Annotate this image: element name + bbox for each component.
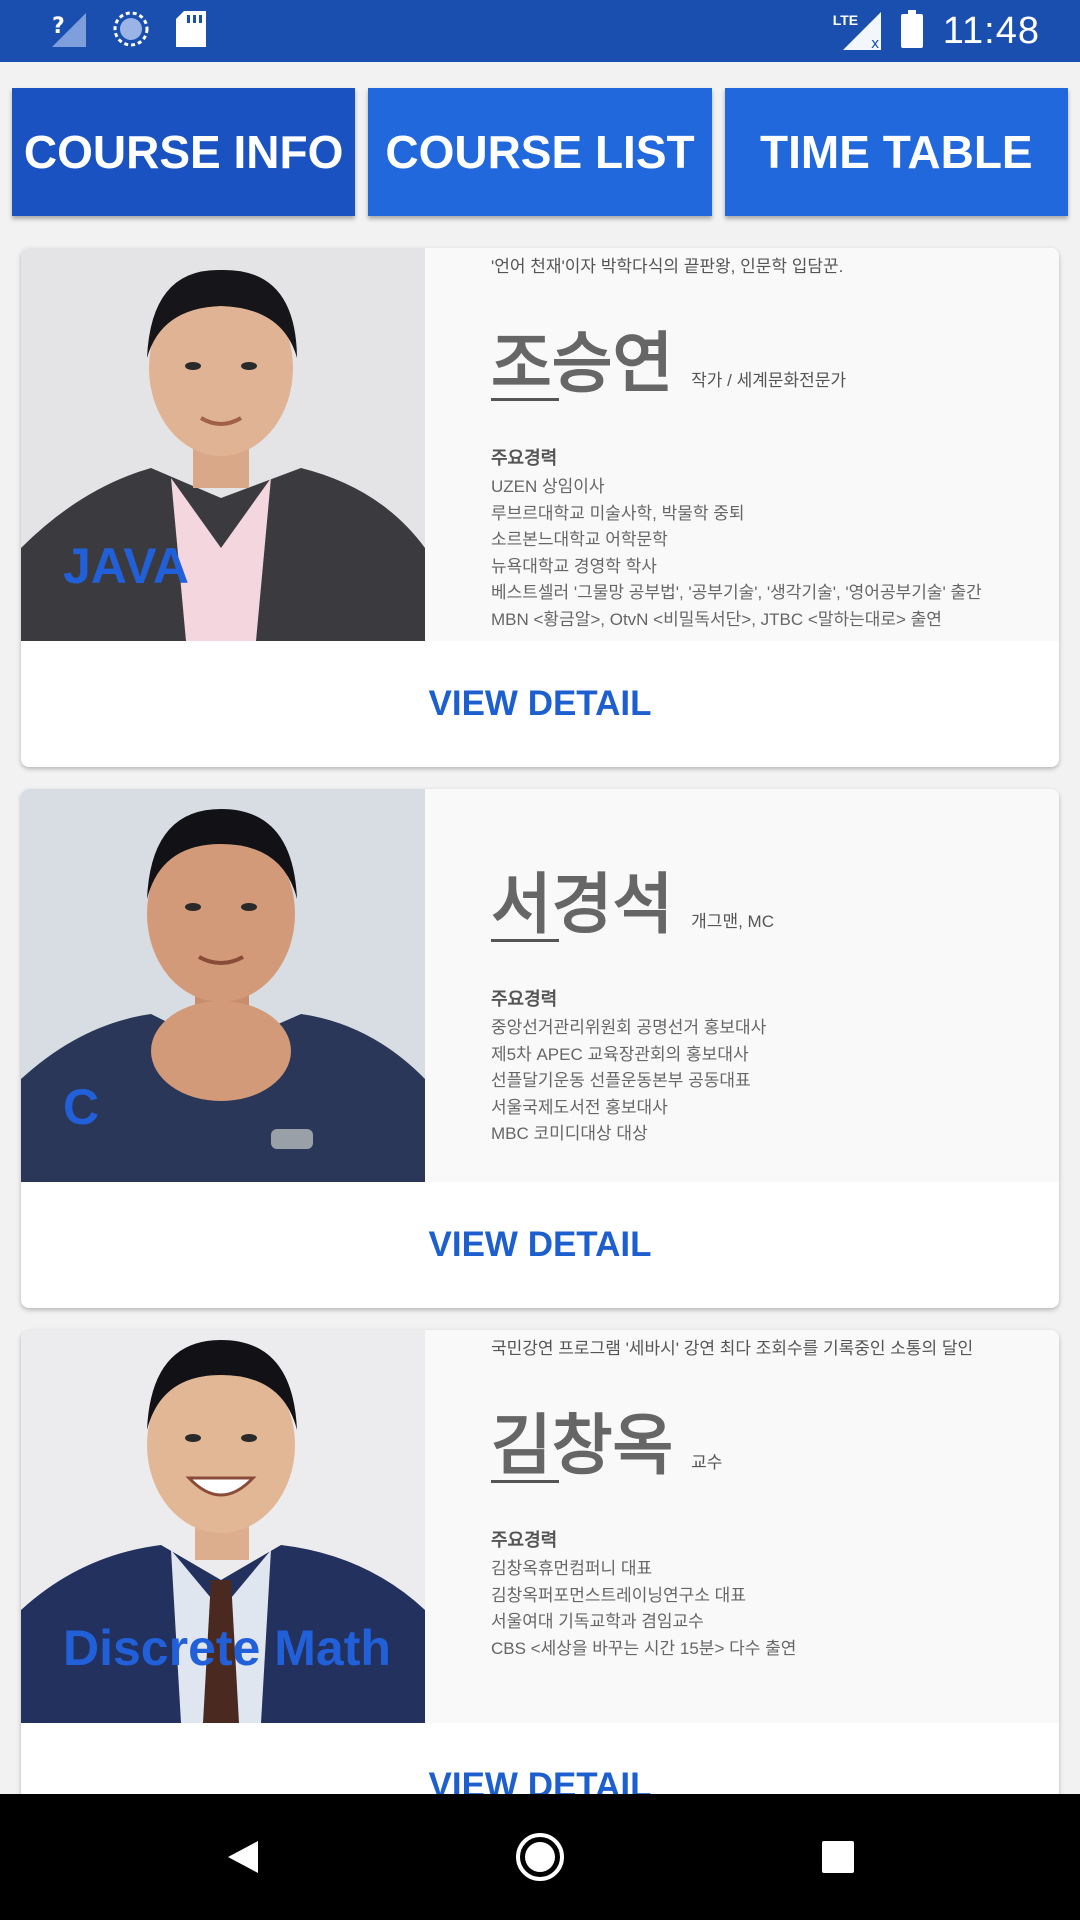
sync-icon	[112, 10, 150, 53]
view-detail-label: VIEW DETAIL	[428, 1766, 652, 1794]
name-row: 서경석 개그맨, MC	[491, 851, 774, 947]
instructor-photo: JAVA	[21, 248, 425, 641]
instructor-tagline: '언어 천재'이자 박학다식의 끝판왕, 인문학 입담꾼.	[491, 257, 844, 276]
course-name: JAVA	[63, 538, 189, 594]
help-signal-icon: ?	[50, 11, 86, 52]
course-banner[interactable]: C 서경석 개그맨, MC 주요경력 중앙선거관리위원회 공명선거 홍보대사 제…	[21, 789, 1059, 1182]
career-item: 김창옥휴먼컴퍼니 대표	[491, 1559, 653, 1578]
career-list: UZEN 상임이사 루브르대학교 미술사학, 박물학 중퇴 소르본느대학교 어학…	[491, 474, 982, 633]
view-detail-label: VIEW DETAIL	[428, 684, 652, 723]
divider	[491, 939, 559, 942]
course-name: Discrete Math	[63, 1620, 391, 1676]
clock: 11:48	[942, 9, 1040, 52]
tab-bar: COURSE INFO COURSE LIST TIME TABLE	[12, 88, 1068, 216]
career-item: MBN <황금알>, OtvN <비밀독서단>, JTBC <말하는대로> 출연	[491, 609, 942, 629]
instructor-role: 개그맨, MC	[691, 912, 774, 931]
battery-icon	[900, 9, 923, 53]
name-row: 김창옥 교수	[491, 1392, 722, 1488]
divider	[491, 1480, 559, 1483]
career-item: 중앙선거관리위원회 공명선거 홍보대사	[491, 1018, 767, 1037]
tab-time-table[interactable]: TIME TABLE	[724, 88, 1068, 216]
instructor-role: 작가 / 세계문화전문가	[691, 371, 847, 390]
app-content: COURSE INFO COURSE LIST TIME TABLE JAVA …	[0, 62, 1080, 1794]
svg-text:x: x	[871, 36, 879, 52]
course-name: C	[63, 1079, 100, 1135]
instructor-profile: 서경석 개그맨, MC 주요경력 중앙선거관리위원회 공명선거 홍보대사 제5차…	[425, 789, 1059, 1182]
career-list: 중앙선거관리위원회 공명선거 홍보대사 제5차 APEC 교육장관회의 홍보대사…	[491, 1015, 766, 1148]
career-item: 루브르대학교 미술사학, 박물학 중퇴	[491, 503, 745, 523]
career-item: 소르본느대학교 어학문학	[491, 530, 668, 549]
instructor-role: 교수	[691, 1453, 723, 1472]
instructor-photo: Discrete Math	[21, 1330, 425, 1723]
course-list: JAVA '언어 천재'이자 박학다식의 끝판왕, 인문학 입담꾼. 조승연 작…	[21, 248, 1059, 1794]
back-icon[interactable]	[212, 1827, 272, 1887]
career-item: UZEN 상임이사	[491, 477, 605, 496]
instructor-name: 조승연	[491, 326, 674, 400]
career-title: 주요경력	[491, 448, 558, 468]
career-item: 서울국제도서전 홍보대사	[491, 1097, 668, 1117]
view-detail-button[interactable]: VIEW DETAIL	[21, 641, 1059, 767]
sd-card-icon	[176, 10, 206, 52]
view-detail-label: VIEW DETAIL	[428, 1225, 652, 1264]
course-card: C 서경석 개그맨, MC 주요경력 중앙선거관리위원회 공명선거 홍보대사 제…	[21, 789, 1059, 1308]
name-row: 조승연 작가 / 세계문화전문가	[491, 310, 846, 406]
instructor-name: 서경석	[491, 867, 674, 941]
instructor-photo: C	[21, 789, 425, 1182]
svg-text:?: ?	[52, 14, 65, 39]
course-card: Discrete Math 국민강연 프로그램 '세바시' 강연 최다 조회수를…	[21, 1330, 1059, 1794]
course-card: JAVA '언어 천재'이자 박학다식의 끝판왕, 인문학 입담꾼. 조승연 작…	[21, 248, 1059, 767]
career-title: 주요경력	[491, 1530, 558, 1550]
career-item: 제5차 APEC 교육장관회의 홍보대사	[491, 1044, 749, 1064]
home-icon[interactable]	[510, 1827, 570, 1887]
navigation-bar	[0, 1794, 1080, 1920]
instructor-profile: '언어 천재'이자 박학다식의 끝판왕, 인문학 입담꾼. 조승연 작가 / 세…	[425, 248, 1059, 641]
view-detail-button[interactable]: VIEW DETAIL	[21, 1723, 1059, 1794]
course-banner[interactable]: JAVA '언어 천재'이자 박학다식의 끝판왕, 인문학 입담꾼. 조승연 작…	[21, 248, 1059, 641]
career-item: MBC 코미디대상 대상	[491, 1124, 648, 1143]
status-bar: ? x LTE 11:48	[0, 0, 1080, 62]
instructor-profile: 국민강연 프로그램 '세바시' 강연 최다 조회수를 기록중인 소통의 달인 김…	[425, 1330, 1059, 1723]
lte-signal-icon: x LTE	[833, 10, 881, 52]
instructor-name: 김창옥	[491, 1408, 674, 1482]
career-title: 주요경력	[491, 989, 558, 1009]
career-item: 뉴욕대학교 경영학 학사	[491, 556, 657, 576]
tab-course-info[interactable]: COURSE INFO	[12, 88, 356, 216]
instructor-tagline: 국민강연 프로그램 '세바시' 강연 최다 조회수를 기록중인 소통의 달인	[491, 1339, 974, 1358]
career-item: 베스트셀러 '그물망 공부법', '공부기술', '생각기술', '영어공부기술…	[491, 583, 982, 602]
course-banner[interactable]: Discrete Math 국민강연 프로그램 '세바시' 강연 최다 조회수를…	[21, 1330, 1059, 1723]
career-item: CBS <세상을 바꾸는 시간 15분> 다수 출연	[491, 1638, 797, 1658]
tab-course-list[interactable]: COURSE LIST	[368, 88, 712, 216]
recents-icon[interactable]	[808, 1827, 868, 1887]
career-item: 김창옥퍼포먼스트레이닝연구소 대표	[491, 1585, 746, 1605]
network-type: LTE	[832, 12, 859, 28]
career-item: 선플달기운동 선플운동본부 공동대표	[491, 1071, 751, 1090]
divider	[491, 398, 559, 401]
view-detail-button[interactable]: VIEW DETAIL	[21, 1182, 1059, 1308]
career-item: 서울여대 기독교학과 겸임교수	[491, 1612, 704, 1631]
career-list: 김창옥휴먼컴퍼니 대표 김창옥퍼포먼스트레이닝연구소 대표 서울여대 기독교학과…	[491, 1556, 796, 1662]
